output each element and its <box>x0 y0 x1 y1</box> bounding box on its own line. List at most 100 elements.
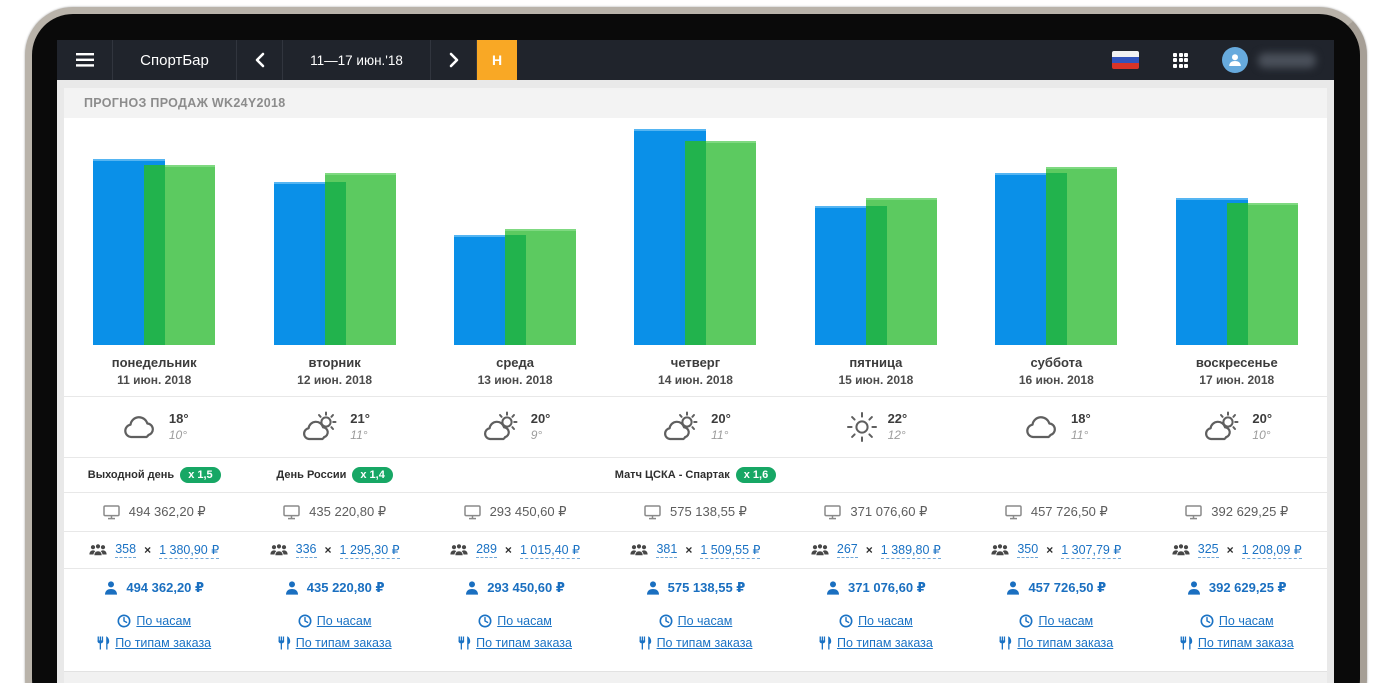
event-multiplier-badge: x 1,4 <box>352 467 392 483</box>
by-hours-link[interactable]: По часам <box>317 614 372 628</box>
event-label: День России <box>276 469 346 481</box>
times-symbol: × <box>1046 543 1053 557</box>
forecast-revenue-cell: 371 076,60 ₽ <box>786 492 966 531</box>
event-multiplier-badge: x 1,6 <box>736 467 776 483</box>
cutlery-icon <box>458 636 471 650</box>
monitor-icon <box>1005 505 1022 520</box>
bar-group <box>425 118 605 345</box>
by-hours-cell: По часам <box>786 606 966 636</box>
bar-group <box>64 118 244 345</box>
times-symbol: × <box>325 543 332 557</box>
day-column: понедельник 11 июн. 2018 18° 10° Выходно… <box>64 118 244 663</box>
temp-high: 20° <box>1252 411 1272 427</box>
guests-count-link[interactable]: 358 <box>115 542 136 558</box>
day-label: понедельник 11 июн. 2018 <box>64 345 244 396</box>
weather-cell: 21° 11° <box>244 396 424 457</box>
temperatures: 20° 10° <box>1252 411 1272 442</box>
day-date: 15 июн. 2018 <box>838 373 913 387</box>
day-name: вторник <box>309 355 361 370</box>
by-hours-link[interactable]: По часам <box>1219 614 1274 628</box>
monitor-icon <box>824 505 841 520</box>
day-date: 14 июн. 2018 <box>658 373 733 387</box>
by-order-type-link[interactable]: По типам заказа <box>296 636 392 650</box>
user-menu[interactable] <box>1222 47 1316 73</box>
by-order-type-link[interactable]: По типам заказа <box>1017 636 1113 650</box>
quick-nav-button[interactable]: Н <box>477 40 517 80</box>
avg-check-link[interactable]: 1 295,30 ₽ <box>340 542 400 559</box>
bar-group <box>605 118 785 345</box>
by-hours-link[interactable]: По часам <box>858 614 913 628</box>
bar-wrap <box>634 118 756 345</box>
avg-check-link[interactable]: 1 380,90 ₽ <box>159 542 219 559</box>
by-hours-cell: По часам <box>425 606 605 636</box>
by-hours-link[interactable]: По часам <box>678 614 733 628</box>
russia-flag-icon[interactable] <box>1112 51 1139 69</box>
sun-icon <box>845 410 879 444</box>
guests-count-link[interactable]: 350 <box>1017 542 1038 558</box>
temperatures: 20° 9° <box>531 411 551 442</box>
forecast-revenue-value: 435 220,80 ₽ <box>309 504 386 520</box>
temp-low: 9° <box>531 428 551 443</box>
screen: СпортБар 11—17 июн.'18 Н <box>57 40 1334 683</box>
person-icon <box>1187 581 1201 595</box>
day-column: воскресенье 17 июн. 2018 20° 1 <box>1147 118 1327 663</box>
weather-cell: 20° 9° <box>425 396 605 457</box>
apps-grid-icon[interactable] <box>1173 53 1188 68</box>
forecast-revenue-cell: 435 220,80 ₽ <box>244 492 424 531</box>
by-order-type-link[interactable]: По типам заказа <box>476 636 572 650</box>
times-symbol: × <box>866 543 873 557</box>
day-label: суббота 16 июн. 2018 <box>966 345 1146 396</box>
avg-check-link[interactable]: 1 509,55 ₽ <box>700 542 760 559</box>
avg-check-link[interactable]: 1 208,09 ₽ <box>1242 542 1302 559</box>
per-guest-revenue-cell: 457 726,50 ₽ <box>966 568 1146 606</box>
by-hours-link[interactable]: По часам <box>136 614 191 628</box>
clock-icon <box>1200 614 1214 628</box>
forecast-card: ПРОГНОЗ ПРОДАЖ WK24Y2018 понедельник 11 … <box>64 88 1327 683</box>
temperatures: 20° 11° <box>711 411 731 442</box>
cutlery-icon <box>278 636 291 650</box>
by-order-type-link[interactable]: По типам заказа <box>837 636 933 650</box>
by-order-type-cell: По типам заказа <box>786 636 966 663</box>
times-symbol: × <box>505 543 512 557</box>
avg-check-link[interactable]: 1 389,80 ₽ <box>881 542 941 559</box>
temp-low: 10° <box>169 428 189 443</box>
by-order-type-link[interactable]: По типам заказа <box>1198 636 1294 650</box>
clock-icon <box>478 614 492 628</box>
guests-count-link[interactable]: 325 <box>1198 542 1219 558</box>
per-guest-revenue-value: 392 629,25 ₽ <box>1209 580 1287 596</box>
event-cell: День России x 1,4 <box>244 457 424 492</box>
prev-week-button[interactable] <box>237 40 283 80</box>
event-cell <box>1147 457 1327 492</box>
avg-check-link[interactable]: 1 307,79 ₽ <box>1061 542 1121 559</box>
person-icon <box>1006 581 1020 595</box>
clock-icon <box>839 614 853 628</box>
guests-count-link[interactable]: 267 <box>837 542 858 558</box>
chevron-right-icon <box>449 52 459 68</box>
chevron-left-icon <box>255 52 265 68</box>
by-hours-link[interactable]: По часам <box>497 614 552 628</box>
bar-wrap <box>274 118 396 345</box>
by-order-type-link[interactable]: По типам заказа <box>115 636 211 650</box>
by-hours-link[interactable]: По часам <box>1038 614 1093 628</box>
sun-behind-cloud-icon <box>660 411 702 443</box>
bar-group <box>1147 118 1327 345</box>
person-icon <box>646 581 660 595</box>
day-name: суббота <box>1030 355 1082 370</box>
bar-group <box>786 118 966 345</box>
guests-count-link[interactable]: 336 <box>296 542 317 558</box>
footer-gap <box>64 663 1327 671</box>
by-hours-cell: По часам <box>1147 606 1327 636</box>
guests-count-link[interactable]: 289 <box>476 542 497 558</box>
day-name: среда <box>496 355 534 370</box>
guests-cell: 325 × 1 208,09 ₽ <box>1147 531 1327 568</box>
temp-low: 11° <box>1071 428 1091 443</box>
hamburger-menu-button[interactable] <box>57 40 113 80</box>
guests-count-link[interactable]: 381 <box>656 542 677 558</box>
bar-wrap <box>815 118 937 345</box>
week-range[interactable]: 11—17 июн.'18 <box>283 40 431 80</box>
avg-check-link[interactable]: 1 015,40 ₽ <box>520 542 580 559</box>
next-week-button[interactable] <box>431 40 477 80</box>
guests-cell: 289 × 1 015,40 ₽ <box>425 531 605 568</box>
by-order-type-link[interactable]: По типам заказа <box>657 636 753 650</box>
cutlery-icon <box>639 636 652 650</box>
